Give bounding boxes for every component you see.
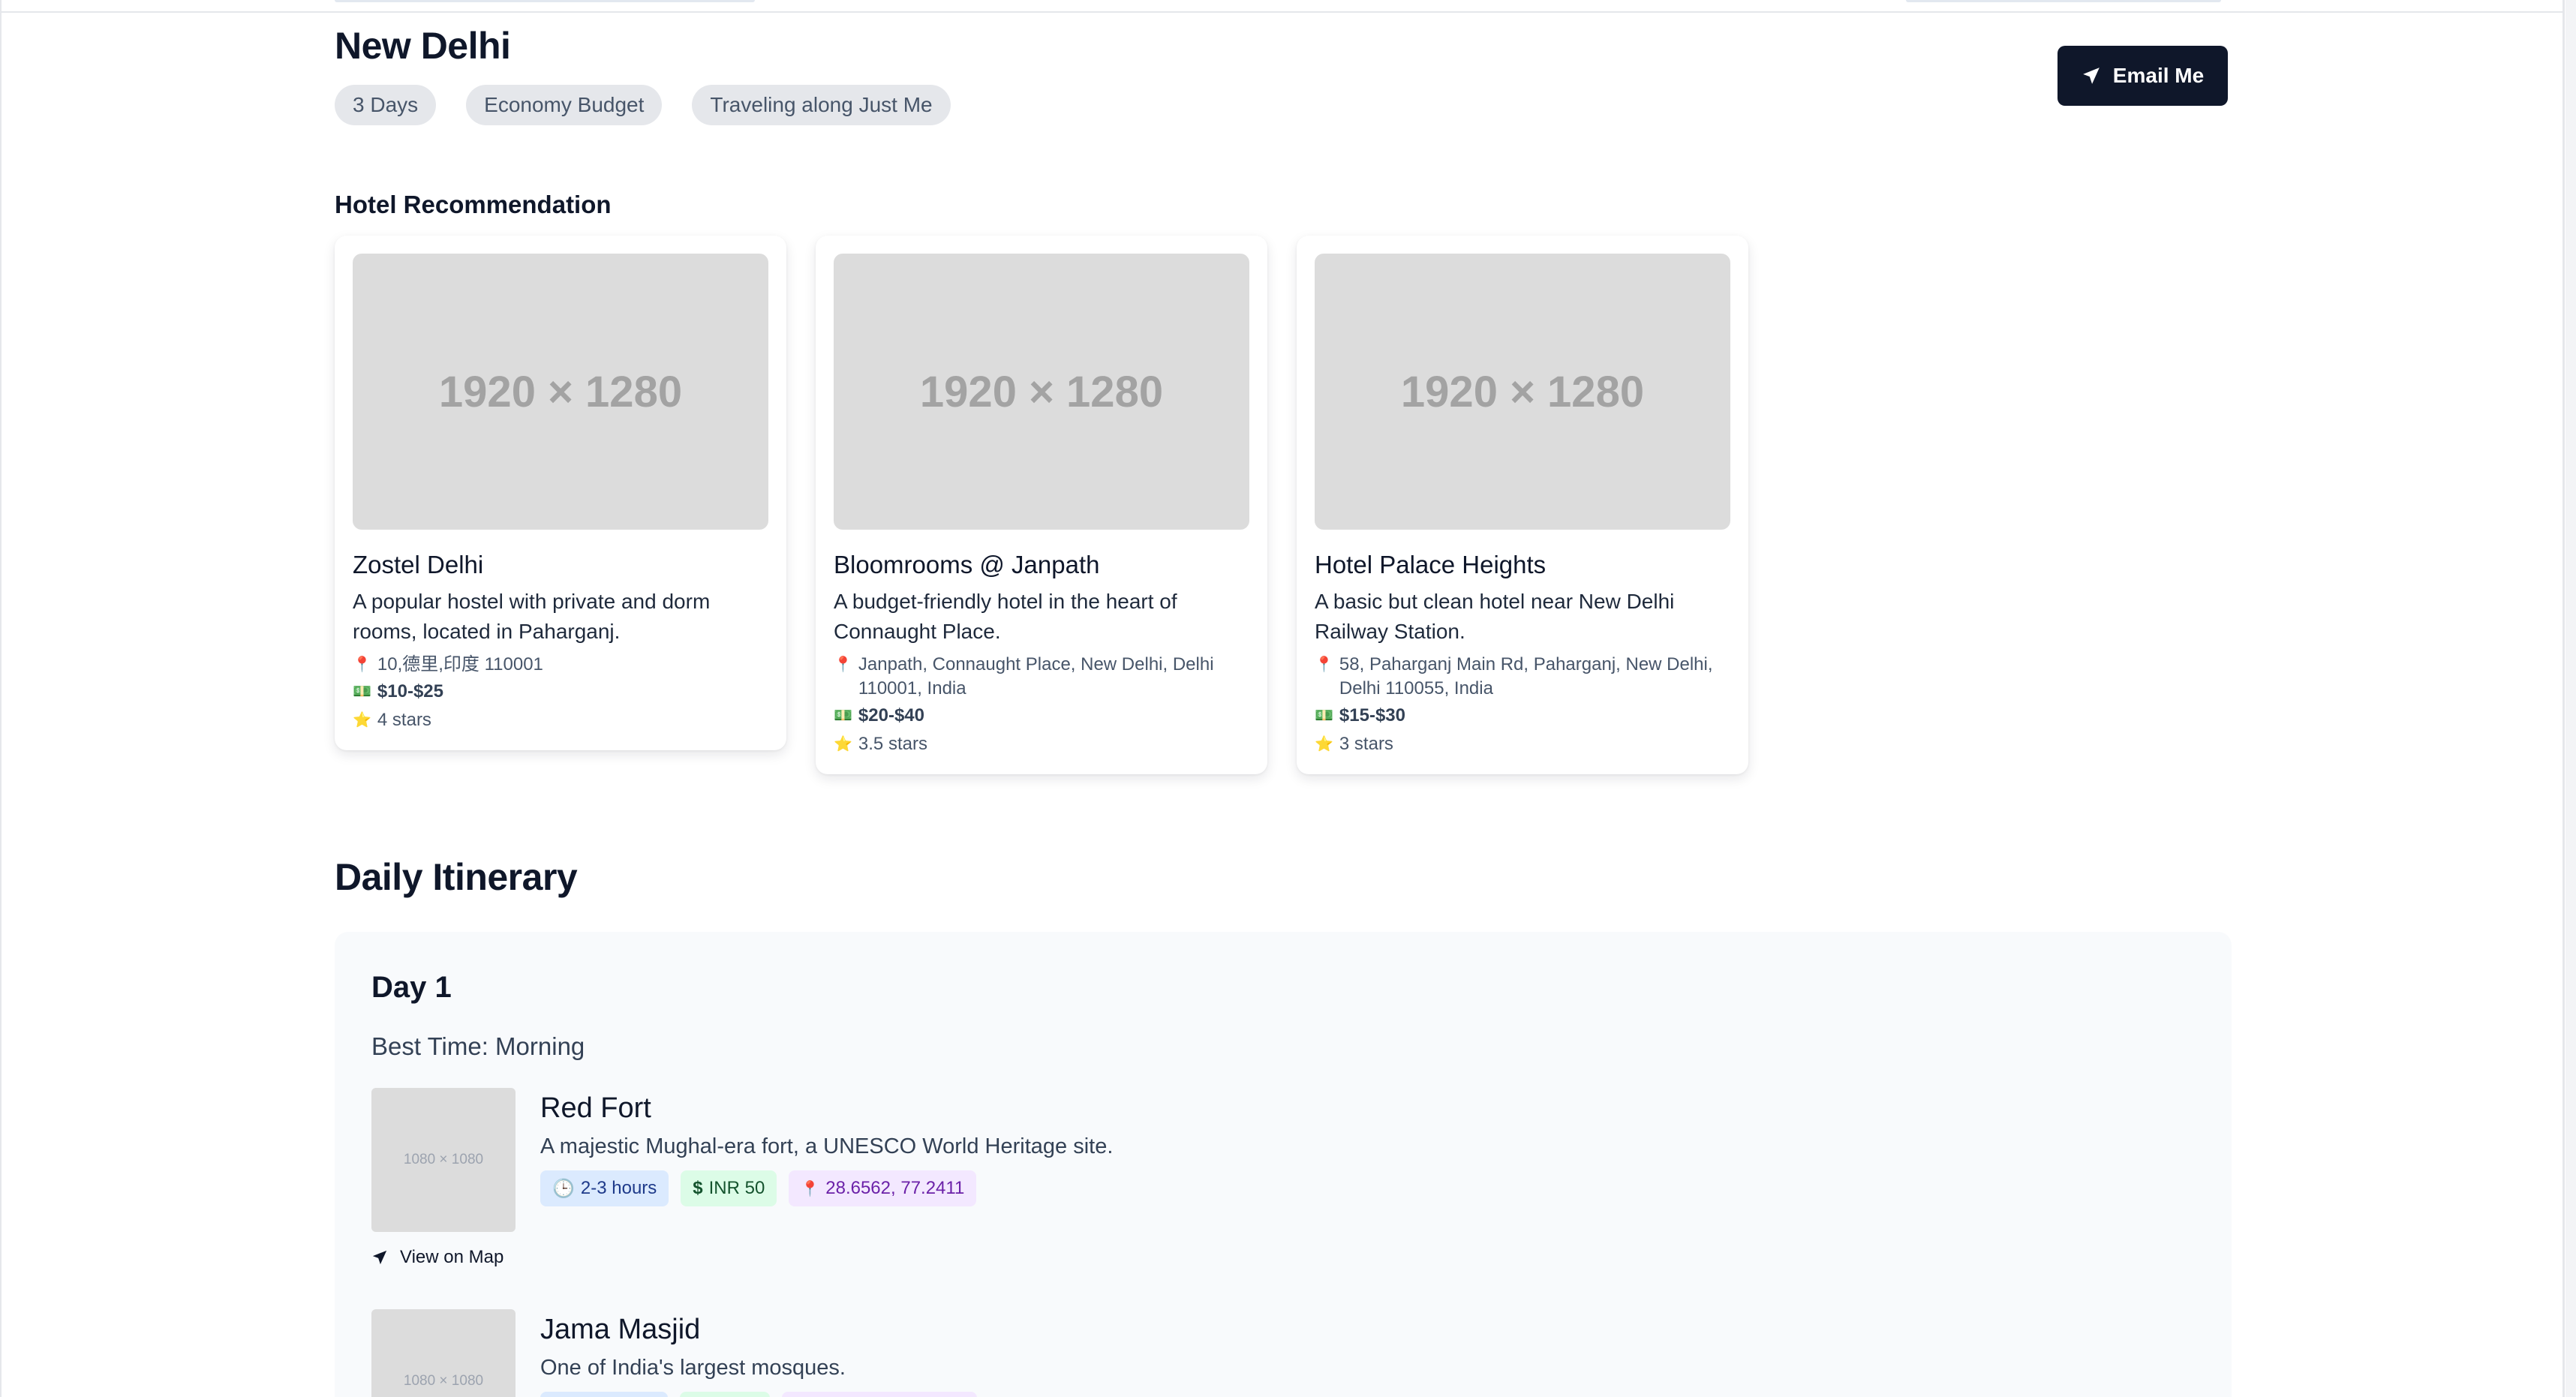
hotel-address: 10,德里,印度 110001 bbox=[377, 654, 543, 674]
hotel-address-row: 📍 Janpath, Connaught Place, New Delhi, D… bbox=[834, 653, 1249, 701]
hotel-price: $20-$40 bbox=[858, 705, 924, 726]
place-item: 1080 × 1080 Red Fort A majestic Mughal-e… bbox=[371, 1088, 2172, 1238]
hotel-price: $10-$25 bbox=[377, 681, 443, 702]
hotel-price-row: 💵 $10-$25 bbox=[353, 680, 768, 704]
coordinates-chip: 📍 28.6562, 77.2411 bbox=[789, 1170, 977, 1206]
pin-icon: 📍 bbox=[353, 656, 371, 673]
header-divider bbox=[0, 11, 2576, 13]
hotel-rating: 3 stars bbox=[1339, 734, 1393, 754]
badge-travelers: Traveling along Just Me bbox=[692, 85, 951, 125]
hotel-section-heading: Hotel Recommendation bbox=[335, 191, 612, 218]
day-title: Day 1 bbox=[371, 971, 452, 1004]
view-on-map-label: View on Map bbox=[400, 1247, 504, 1267]
day-card: Day 1 Best Time: Morning 1080 × 1080 Red… bbox=[335, 932, 2232, 1397]
dollar-icon: $ bbox=[693, 1178, 703, 1198]
duration-chip bbox=[540, 1392, 668, 1397]
hotel-image: 1920 × 1280 bbox=[1315, 254, 1730, 530]
place-chips bbox=[540, 1392, 977, 1397]
coordinates-chip bbox=[782, 1392, 977, 1397]
banknote-icon: 💵 bbox=[353, 683, 371, 700]
pin-icon: 📍 bbox=[801, 1180, 820, 1197]
badge-budget: Economy Budget bbox=[466, 85, 663, 125]
hotel-rating: 3.5 stars bbox=[858, 734, 927, 754]
hotel-address: Janpath, Connaught Place, New Delhi, Del… bbox=[858, 654, 1214, 698]
hotel-price-row: 💵 $20-$40 bbox=[834, 704, 1249, 728]
send-icon bbox=[372, 1250, 387, 1265]
send-icon bbox=[2082, 68, 2100, 84]
hotel-card[interactable]: 1920 × 1280 Hotel Palace Heights A basic… bbox=[1297, 236, 1748, 774]
hotel-address-row: 📍 10,德里,印度 110001 bbox=[353, 653, 768, 677]
hotel-price-row: 💵 $15-$30 bbox=[1315, 704, 1730, 728]
place-description: A majestic Mughal-era fort, a UNESCO Wor… bbox=[540, 1134, 1114, 1158]
hotel-rating-row: ⭐ 3 stars bbox=[1315, 732, 1730, 756]
email-me-button[interactable]: Email Me bbox=[2057, 46, 2228, 106]
hotel-image: 1920 × 1280 bbox=[353, 254, 768, 530]
window-left-border bbox=[0, 0, 2, 1397]
place-image: 1080 × 1080 bbox=[371, 1088, 516, 1232]
star-icon: ⭐ bbox=[834, 736, 852, 753]
place-name: Red Fort bbox=[540, 1092, 651, 1124]
hotel-address: 58, Paharganj Main Rd, Paharganj, New De… bbox=[1339, 654, 1713, 698]
pin-icon: 📍 bbox=[834, 656, 852, 673]
fee-chip bbox=[680, 1392, 770, 1397]
hotel-card[interactable]: 1920 × 1280 Zostel Delhi A popular hoste… bbox=[335, 236, 786, 750]
trip-badges: 3 Days Economy Budget Traveling along Ju… bbox=[335, 85, 951, 125]
hotel-name: Hotel Palace Heights bbox=[1315, 551, 1547, 578]
hotel-card[interactable]: 1920 × 1280 Bloomrooms @ Janpath A budge… bbox=[816, 236, 1267, 774]
hotel-description: A basic but clean hotel near New Delhi R… bbox=[1315, 590, 1675, 643]
place-chips: 🕒 2-3 hours $ INR 50 📍 28.6562, 77.2411 bbox=[540, 1170, 977, 1206]
hotel-image: 1920 × 1280 bbox=[834, 254, 1249, 530]
hotel-description: A popular hostel with private and dorm r… bbox=[353, 590, 711, 643]
app-viewport: New Delhi 3 Days Economy Budget Travelin… bbox=[0, 0, 2576, 1397]
hotel-rating: 4 stars bbox=[377, 710, 431, 730]
duration-value: 2-3 hours bbox=[580, 1178, 657, 1198]
place-name: Jama Masjid bbox=[540, 1314, 701, 1345]
best-time: Best Time: Morning bbox=[371, 1032, 585, 1060]
email-me-label: Email Me bbox=[2112, 64, 2205, 87]
banknote-icon: 💵 bbox=[1315, 708, 1333, 724]
badge-duration: 3 Days bbox=[335, 85, 437, 125]
itinerary-heading: Daily Itinerary bbox=[335, 856, 578, 898]
place-item: 1080 × 1080 Jama Masjid One of India's l… bbox=[371, 1309, 2172, 1397]
scrolled-header-fragment bbox=[335, 0, 755, 2]
star-icon: ⭐ bbox=[1315, 736, 1333, 753]
hotel-rating-row: ⭐ 3.5 stars bbox=[834, 732, 1249, 756]
coordinates-value: 28.6562, 77.2411 bbox=[825, 1178, 965, 1198]
hotel-name: Zostel Delhi bbox=[353, 551, 484, 578]
hotel-price: $15-$30 bbox=[1339, 705, 1405, 726]
clock-icon: 🕒 bbox=[552, 1178, 575, 1199]
view-on-map-link[interactable]: View on Map bbox=[371, 1247, 503, 1268]
duration-chip: 🕒 2-3 hours bbox=[540, 1170, 669, 1206]
hotel-description: A budget-friendly hotel in the heart of … bbox=[834, 590, 1177, 643]
fee-chip: $ INR 50 bbox=[681, 1170, 777, 1206]
star-icon: ⭐ bbox=[353, 712, 371, 729]
fee-value: INR 50 bbox=[708, 1178, 765, 1198]
banknote-icon: 💵 bbox=[834, 708, 852, 724]
hotel-address-row: 📍 58, Paharganj Main Rd, Paharganj, New … bbox=[1315, 653, 1730, 701]
hotel-rating-row: ⭐ 4 stars bbox=[353, 708, 768, 732]
pin-icon: 📍 bbox=[1315, 656, 1333, 673]
scrolled-header-fragment bbox=[1906, 0, 2221, 2]
place-image: 1080 × 1080 bbox=[371, 1309, 516, 1397]
page-title: New Delhi bbox=[335, 25, 511, 67]
hotel-name: Bloomrooms @ Janpath bbox=[834, 551, 1100, 578]
scrollbar[interactable] bbox=[2562, 0, 2576, 1397]
place-description: One of India's largest mosques. bbox=[540, 1356, 846, 1380]
